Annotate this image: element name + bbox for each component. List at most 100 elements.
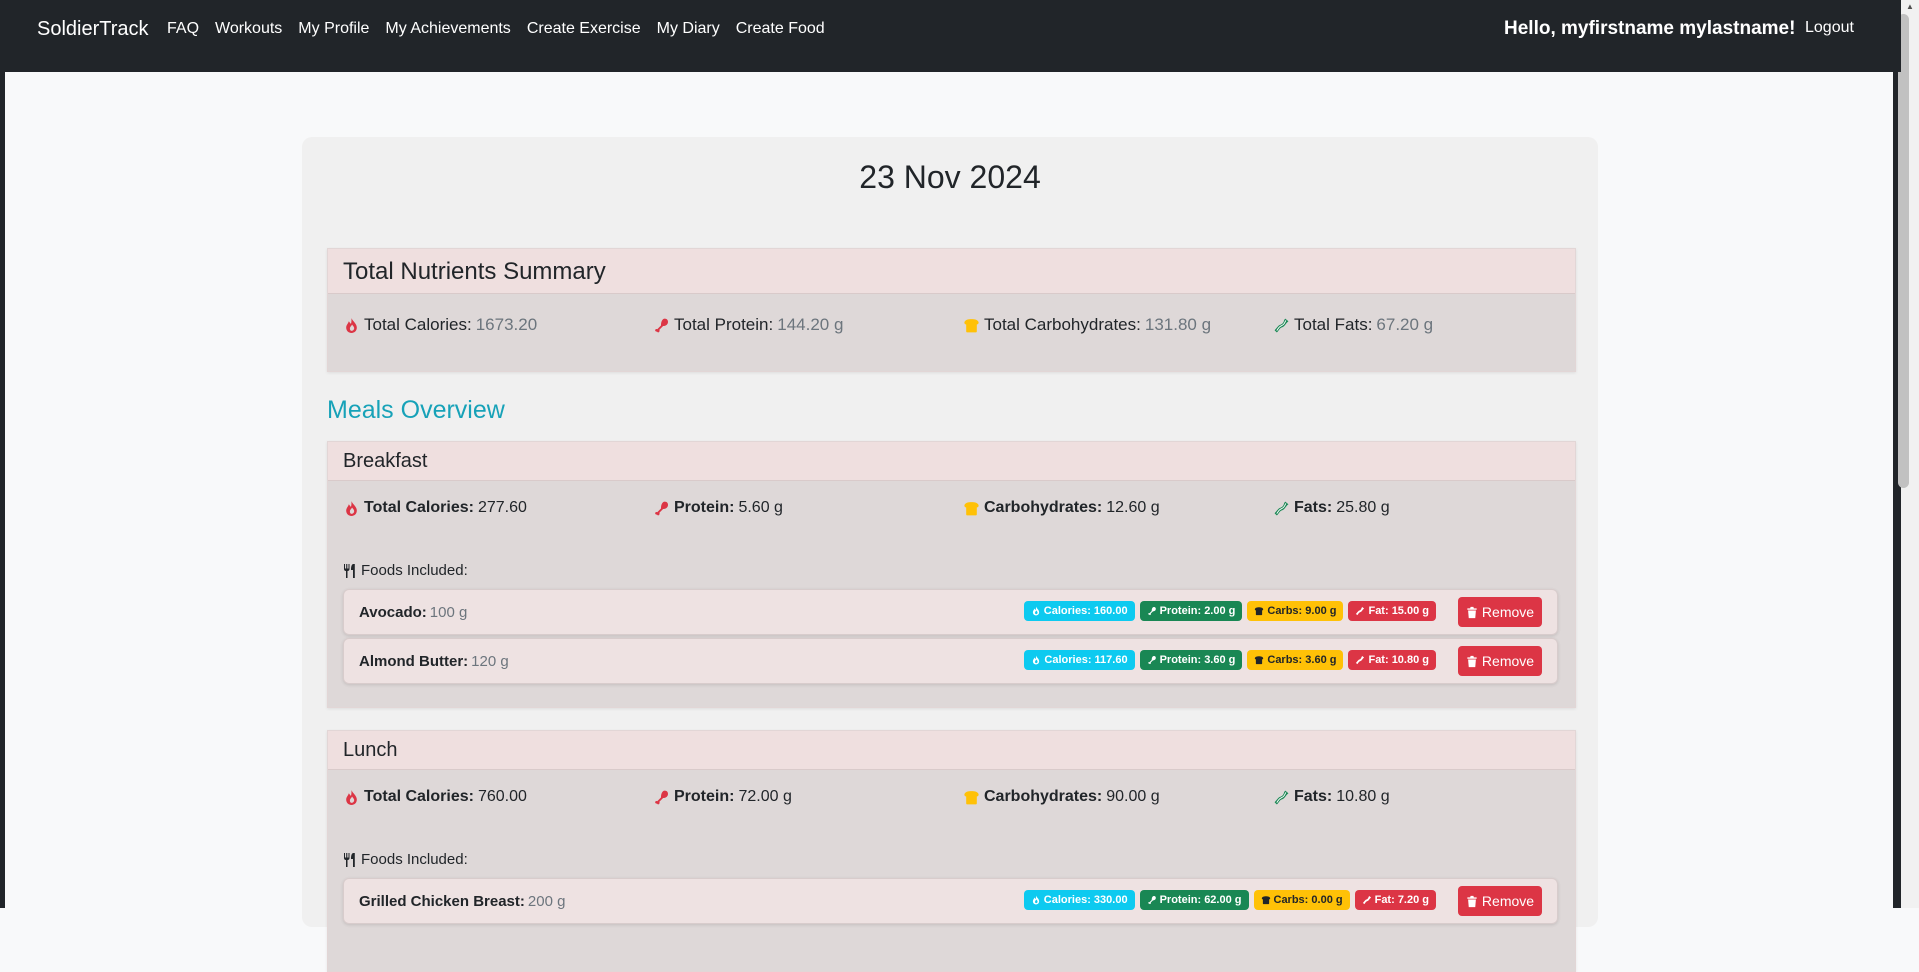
foods-included-text: Foods Included: [361,562,468,579]
meal-nutrients: Total Calories: 760.00 Protein: 72.00 g … [343,788,1583,806]
utensils-icon [343,852,357,868]
fat-badge-text: Fat: 7.20 g [1374,894,1429,906]
calories-badge-text: Calories: 160.00 [1043,605,1128,617]
meal-carbs-value: 90.00 g [1106,788,1160,805]
meal-title: Breakfast [328,442,1575,481]
carbs-badge-text: Carbs: 9.00 g [1267,605,1337,617]
trash-icon [1466,895,1478,908]
protein-badge: Protein: 3.60 g [1139,650,1243,670]
summary-protein-value: 144.20 g [777,315,844,334]
calories-badge: Calories: 160.00 [1023,601,1135,621]
meal-calories: Total Calories: 277.60 [343,499,653,517]
remove-button[interactable]: Remove [1458,886,1542,916]
bacon-icon [1273,317,1290,334]
bread-icon [963,317,980,334]
summary-calories-value: 1673.20 [475,315,538,334]
summary-nutrients: Total Calories: 1673.20 Total Protein: 1… [343,315,1583,335]
bacon-icon [1362,895,1372,905]
meal-calories: Total Calories: 760.00 [343,788,653,806]
navbar: SoldierTrack FAQ Workouts My Profile My … [0,0,1901,72]
drumstick-icon [653,500,670,517]
food-badges: Calories: 160.00 Protein: 2.00 g Carbs: … [1019,601,1436,621]
nav-link-create-exercise[interactable]: Create Exercise [527,20,641,38]
food-item: Avocado: 100 g Calories: 160.00 Protein: … [343,589,1558,635]
meal-fats-value: 25.80 g [1336,499,1390,516]
protein-badge-text: Protein: 3.60 g [1159,654,1236,666]
logout-link[interactable]: Logout [1805,19,1854,37]
drumstick-icon [1147,606,1157,616]
bread-icon [1254,655,1264,665]
carbs-badge: Carbs: 3.60 g [1247,650,1344,670]
bacon-icon [1355,655,1365,665]
meal-protein-label: Protein: [674,499,735,516]
food-amount: 100 g [429,604,468,621]
fire-icon [1031,895,1041,905]
total-nutrients-card: Total Nutrients Summary Total Calories: … [327,248,1576,372]
fat-badge: Fat: 10.80 g [1348,650,1436,670]
scroll-up-icon[interactable]: ▲ [1901,0,1919,14]
nav-link-my-diary[interactable]: My Diary [657,20,720,38]
carbs-badge: Carbs: 9.00 g [1247,601,1344,621]
meal-fats-label: Fats: [1294,788,1333,805]
meal-carbs-value: 12.60 g [1106,499,1160,516]
meal-card-breakfast: Breakfast Total Calories: 277.60 Protein… [327,441,1576,708]
trash-icon [1466,655,1478,668]
fire-icon [343,789,360,806]
carbs-badge-text: Carbs: 3.60 g [1267,654,1337,666]
nav-link-my-achievements[interactable]: My Achievements [385,20,510,38]
meal-card-lunch: Lunch Total Calories: 760.00 Protein: 72… [327,730,1576,972]
fat-badge: Fat: 7.20 g [1354,890,1436,910]
fire-icon [1031,655,1041,665]
remove-button-label: Remove [1481,653,1535,669]
nav-link-faq[interactable]: FAQ [167,20,199,38]
trash-icon [1466,606,1478,619]
nav-link-create-food[interactable]: Create Food [736,20,825,38]
foods-included-label: Foods Included: [343,851,468,868]
meal-protein-value: 72.00 g [738,788,792,805]
bread-icon [1254,606,1264,616]
food-name-text: Grilled Chicken Breast: [359,893,525,910]
meal-protein-label: Protein: [674,788,735,805]
food-amount: 120 g [471,653,509,670]
nav-link-workouts[interactable]: Workouts [215,20,282,38]
protein-badge-text: Protein: 62.00 g [1159,894,1242,906]
remove-button[interactable]: Remove [1458,646,1542,676]
protein-badge: Protein: 62.00 g [1139,890,1249,910]
food-name: Grilled Chicken Breast: 200 g [359,893,565,910]
fire-icon [1031,606,1041,616]
meal-calories-label: Total Calories: [364,499,474,516]
meal-carbs-label: Carbohydrates: [984,499,1103,516]
diary-date: 23 Nov 2024 [859,159,1041,195]
meals-overview-title: Meals Overview [327,396,505,424]
drumstick-icon [653,789,670,806]
summary-fats-value: 67.20 g [1376,315,1434,334]
remove-button[interactable]: Remove [1458,597,1542,627]
bacon-icon [1355,606,1365,616]
foods-included-label: Foods Included: [343,562,468,579]
bread-icon [963,789,980,806]
summary-calories-label: Total Calories: [364,315,472,334]
meal-protein: Protein: 5.60 g [653,499,963,517]
nav-link-my-profile[interactable]: My Profile [298,20,369,38]
food-amount: 200 g [527,893,566,910]
meal-calories-value: 760.00 [477,788,527,805]
window-frame-left [0,0,5,908]
fat-badge: Fat: 15.00 g [1348,601,1436,621]
brand-link[interactable]: SoldierTrack [37,18,149,41]
summary-protein-label: Total Protein: [674,315,774,334]
meal-fats: Fats: 10.80 g [1273,788,1583,806]
meal-protein-value: 5.60 g [738,499,783,516]
scrollbar-thumb[interactable] [1898,14,1909,488]
food-badges: Calories: 330.00 Protein: 62.00 g Carbs:… [1019,890,1436,910]
food-name: Avocado: 100 g [359,604,467,621]
calories-badge: Calories: 330.00 [1023,890,1135,910]
summary-protein: Total Protein: 144.20 g [653,315,963,335]
fire-icon [343,317,360,334]
fat-badge-text: Fat: 15.00 g [1368,605,1429,617]
meal-protein: Protein: 72.00 g [653,788,963,806]
nav-links: FAQ Workouts My Profile My Achievements … [167,20,841,38]
summary-carbs-label: Total Carbohydrates: [984,315,1141,334]
meal-fats-value: 10.80 g [1336,788,1390,805]
bacon-icon [1273,789,1290,806]
meal-title: Lunch [328,731,1575,770]
